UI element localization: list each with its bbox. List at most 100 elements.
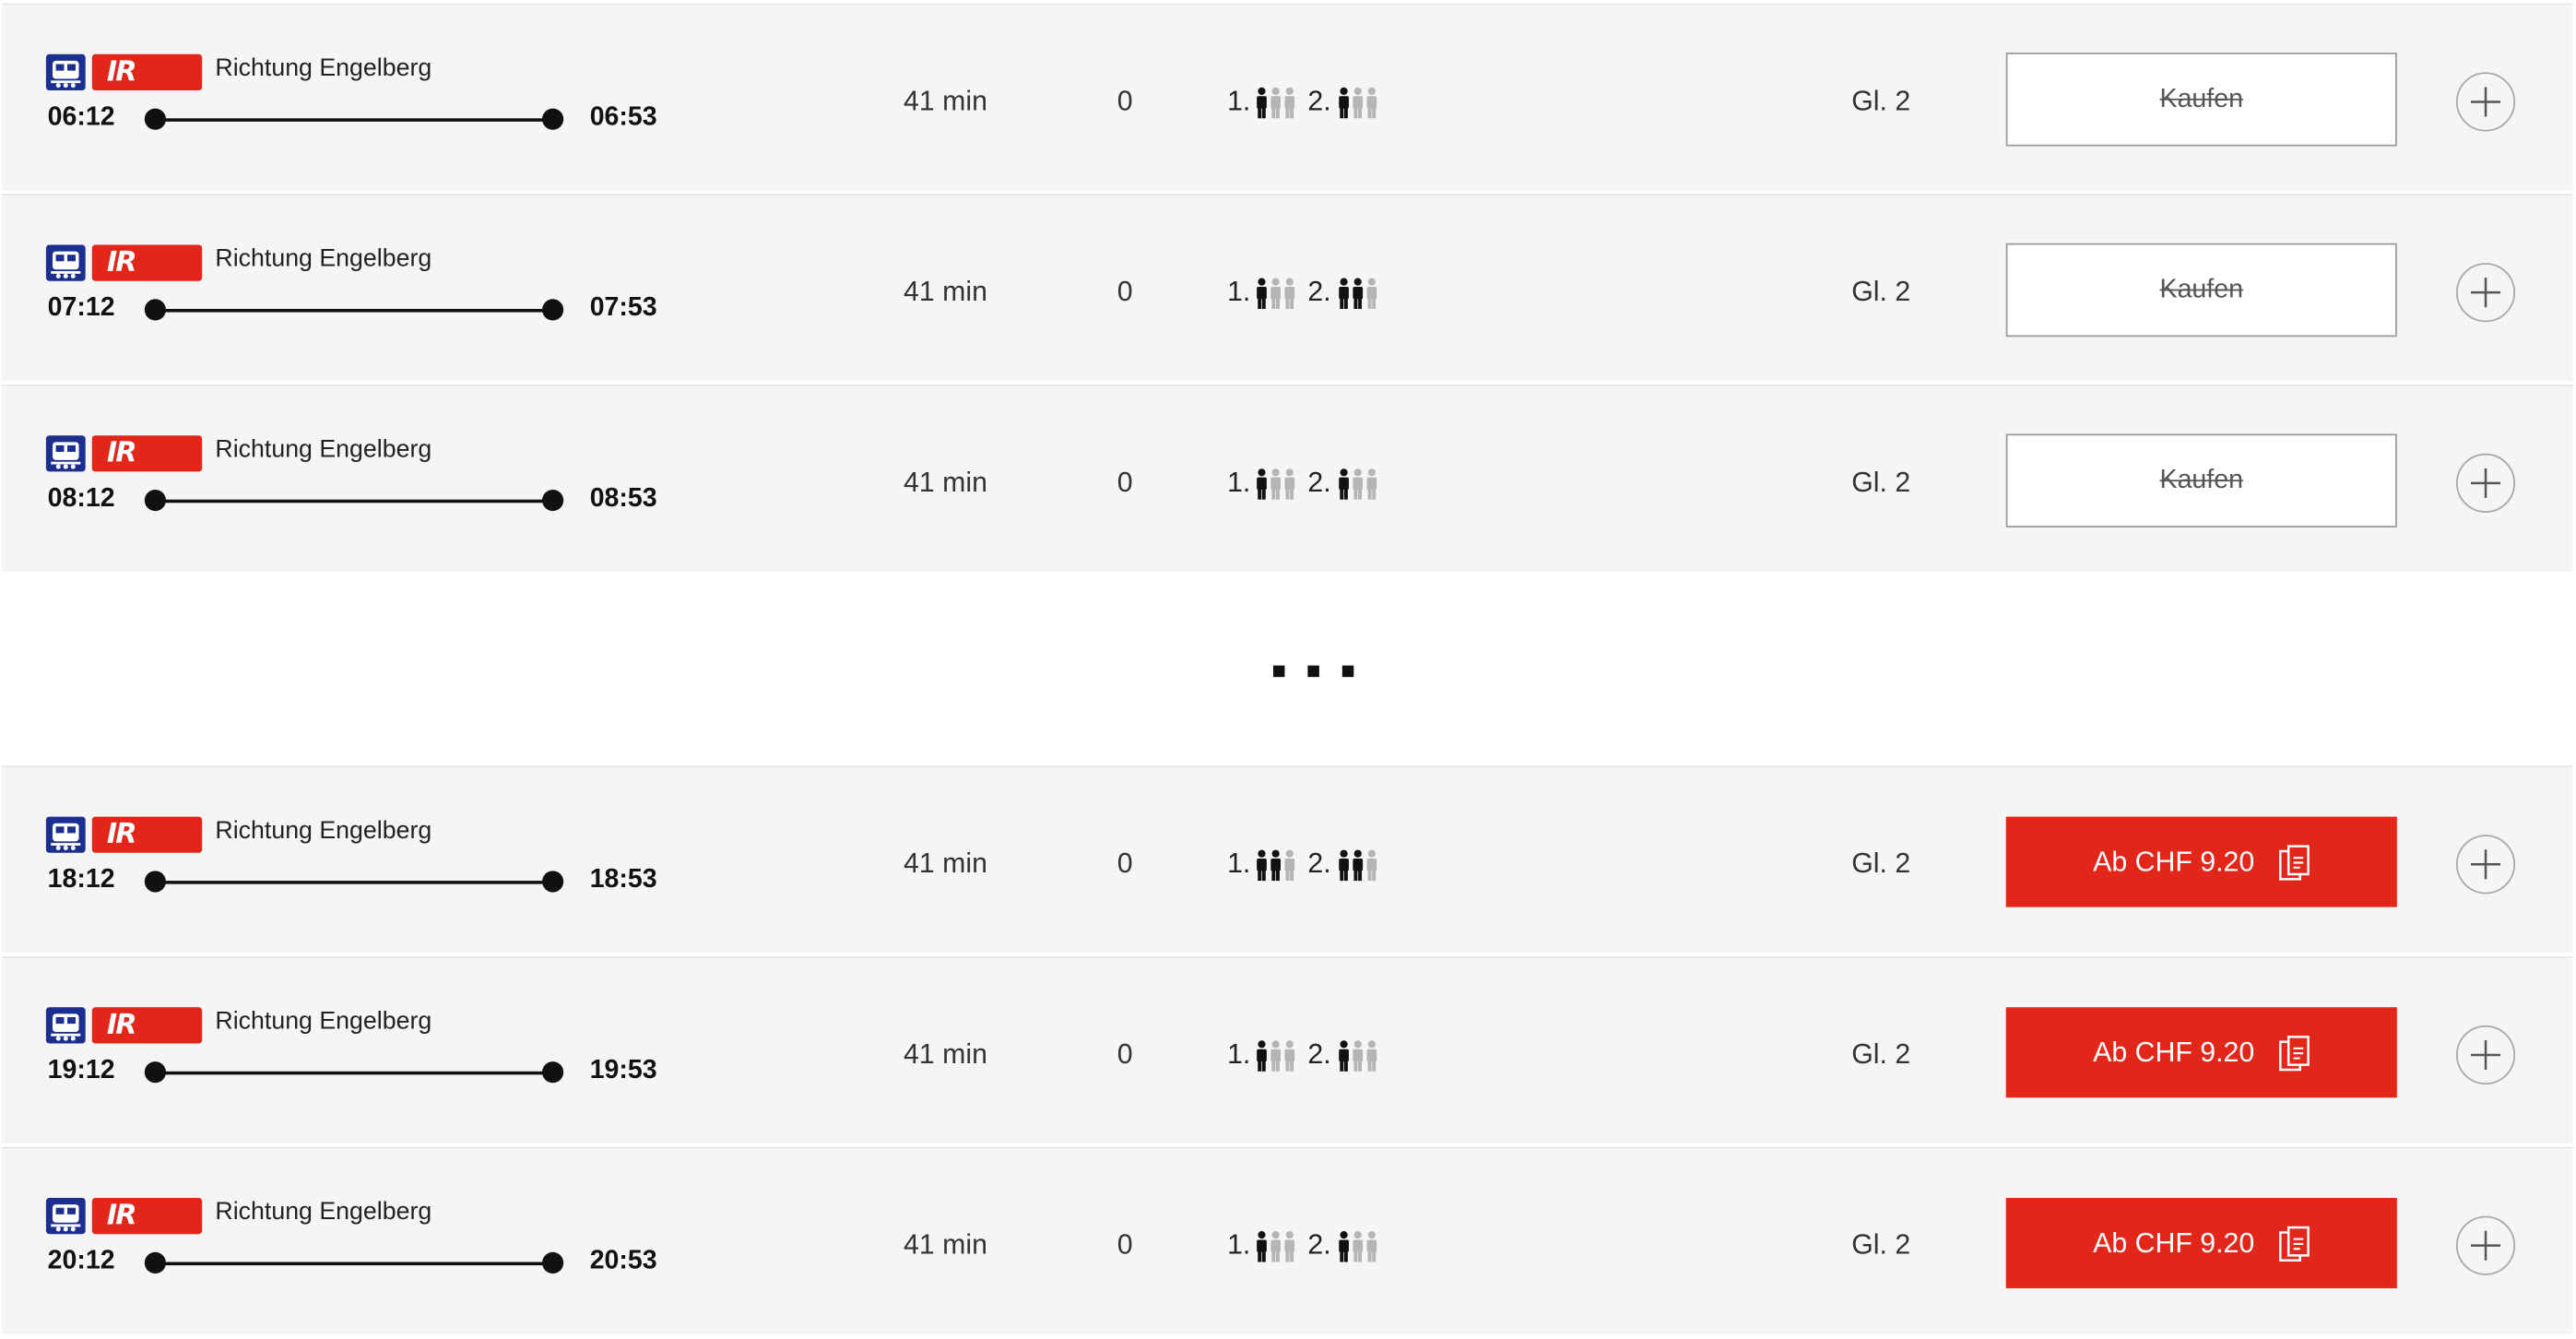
platform: Gl. 2: [1851, 85, 1911, 117]
first-class-occupancy-icon: [1257, 87, 1295, 119]
person-icon: [1257, 1040, 1267, 1072]
departure-dot: [144, 108, 166, 130]
departure-dot: [144, 1251, 166, 1274]
arrival-time: 19:53: [589, 1056, 657, 1085]
changes-count: 0: [1117, 276, 1133, 308]
person-icon: [1366, 87, 1377, 119]
changes-count: 0: [1117, 467, 1133, 498]
departure-dot: [144, 871, 166, 893]
add-connection-button[interactable]: [2455, 1215, 2516, 1275]
route-line: [154, 1071, 552, 1075]
arrival-dot: [542, 1061, 564, 1084]
train-icon: [45, 816, 86, 853]
connection-row[interactable]: IR Richtung Engelberg 20:12 20:53 41 min…: [1, 1146, 2573, 1334]
person-icon: [1353, 1040, 1364, 1072]
departure-dot: [144, 490, 166, 512]
route-line: [154, 881, 552, 884]
departure-time: 19:12: [47, 1056, 115, 1085]
connection-row[interactable]: IR Richtung Engelberg 08:12 08:53 41 min…: [1, 384, 2573, 573]
price-label: Ab CHF 9.20: [2093, 1037, 2255, 1069]
add-connection-button[interactable]: [2455, 72, 2516, 132]
buy-button[interactable]: Kaufen: [2005, 433, 2397, 527]
add-connection-button[interactable]: [2455, 453, 2516, 513]
platform: Gl. 2: [1851, 847, 1911, 880]
second-class-occupancy-icon: [1339, 468, 1377, 500]
direction-label: Richtung Engelberg: [215, 816, 432, 845]
ticket-icon: [2279, 1036, 2310, 1072]
person-icon: [1270, 1230, 1281, 1262]
person-icon: [1339, 1230, 1349, 1262]
second-class-label: 2.: [1307, 467, 1331, 498]
price-label: Ab CHF 9.20: [2093, 846, 2255, 878]
first-class-occupancy-icon: [1257, 468, 1295, 500]
first-class-label: 1.: [1227, 1038, 1251, 1071]
person-icon: [1339, 849, 1349, 882]
departure-time: 18:12: [47, 866, 115, 895]
departure-dot: [144, 1061, 166, 1084]
person-icon: [1284, 87, 1295, 119]
second-class-label: 2.: [1307, 85, 1331, 117]
route-line: [154, 499, 552, 504]
person-icon: [1339, 1040, 1349, 1072]
duration: 41 min: [904, 1228, 987, 1261]
train-icon: [45, 1007, 86, 1044]
arrival-dot: [542, 299, 564, 321]
connection-row[interactable]: IR Richtung Engelberg 18:12 18:53 41 min…: [1, 765, 2573, 954]
price-button[interactable]: Ab CHF 9.20: [2005, 1007, 2397, 1098]
price-button[interactable]: Ab CHF 9.20: [2005, 1198, 2397, 1289]
connection-row[interactable]: IR Richtung Engelberg 07:12 07:53 41 min…: [1, 194, 2573, 382]
duration: 41 min: [904, 467, 987, 498]
changes-count: 0: [1117, 1038, 1133, 1071]
product-badge: IR: [91, 1198, 203, 1235]
add-connection-button[interactable]: [2455, 263, 2516, 323]
person-icon: [1353, 278, 1364, 309]
person-icon: [1366, 1230, 1377, 1262]
person-icon: [1270, 278, 1281, 309]
person-icon: [1257, 468, 1267, 500]
buy-button[interactable]: Kaufen: [2005, 243, 2397, 338]
person-icon: [1339, 278, 1349, 309]
price-button[interactable]: Ab CHF 9.20: [2005, 816, 2397, 907]
changes-count: 0: [1117, 1228, 1133, 1261]
second-class-label: 2.: [1307, 847, 1331, 880]
duration: 41 min: [904, 1038, 987, 1071]
direction-label: Richtung Engelberg: [215, 1198, 432, 1226]
direction-label: Richtung Engelberg: [215, 53, 432, 83]
departure-time: 20:12: [47, 1247, 115, 1275]
platform: Gl. 2: [1851, 1228, 1911, 1261]
second-class-occupancy-icon: [1339, 849, 1377, 882]
connection-row[interactable]: IR Richtung Engelberg 19:12 19:53 41 min…: [1, 956, 2573, 1144]
first-class-occupancy-icon: [1257, 278, 1295, 309]
connection-row[interactable]: IR Richtung Engelberg 06:12 06:53 41 min…: [1, 3, 2573, 191]
person-icon: [1353, 849, 1364, 882]
add-connection-button[interactable]: [2455, 1025, 2516, 1085]
product-badge: IR: [91, 244, 203, 281]
arrival-time: 08:53: [589, 484, 657, 513]
person-icon: [1270, 87, 1281, 119]
first-class-occupancy-icon: [1257, 1230, 1295, 1262]
person-icon: [1284, 1040, 1295, 1072]
first-class-label: 1.: [1227, 1228, 1251, 1261]
buy-button[interactable]: Kaufen: [2005, 53, 2397, 147]
arrival-dot: [542, 108, 564, 130]
person-icon: [1353, 468, 1364, 500]
price-label: Ab CHF 9.20: [2093, 1227, 2255, 1259]
first-class-label: 1.: [1227, 847, 1251, 880]
person-icon: [1339, 468, 1349, 500]
person-icon: [1366, 278, 1377, 309]
duration: 41 min: [904, 847, 987, 880]
person-icon: [1284, 1230, 1295, 1262]
plus-icon: [2470, 849, 2501, 880]
direction-label: Richtung Engelberg: [215, 1007, 432, 1036]
departure-time: 06:12: [47, 103, 115, 132]
direction-label: Richtung Engelberg: [215, 244, 432, 273]
changes-count: 0: [1117, 847, 1133, 880]
ticket-icon: [2279, 1226, 2310, 1262]
person-icon: [1284, 849, 1295, 882]
add-connection-button[interactable]: [2455, 835, 2516, 895]
direction-label: Richtung Engelberg: [215, 435, 432, 464]
second-class-label: 2.: [1307, 1228, 1331, 1261]
departure-time: 08:12: [47, 484, 115, 513]
person-icon: [1257, 849, 1267, 882]
arrival-time: 18:53: [589, 866, 657, 895]
